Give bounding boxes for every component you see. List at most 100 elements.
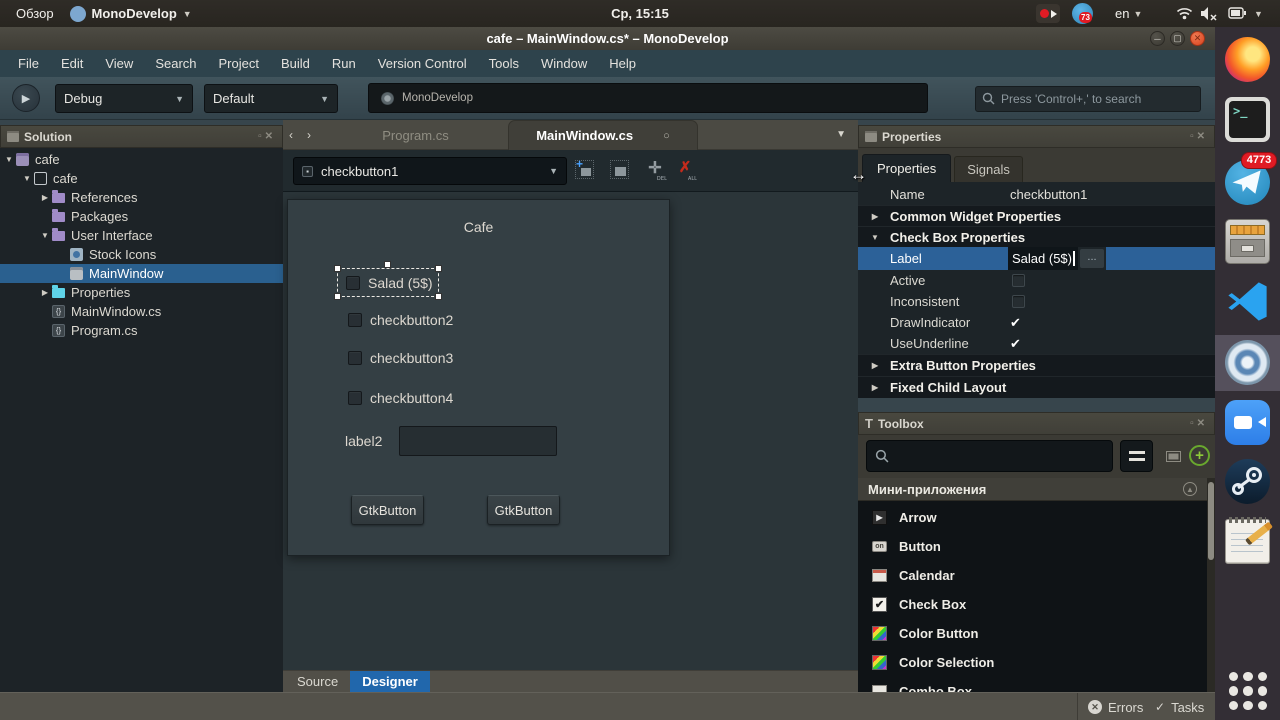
tree-item-user-interface[interactable]: ▼ User Interface: [0, 226, 283, 245]
toolbox-item-check-box[interactable]: ✔ Check Box: [858, 590, 1207, 619]
close-pad-icon[interactable]: ✕: [1197, 418, 1208, 429]
tree-item-solution-cafe[interactable]: ▼ cafe: [0, 150, 283, 169]
menu-run[interactable]: Run: [322, 52, 366, 75]
tab-list-chevron-icon[interactable]: ▼: [836, 129, 846, 140]
property-row-drawindicator[interactable]: DrawIndicator ✔: [858, 312, 1215, 333]
toolbox-item-arrow[interactable]: ▶ Arrow: [858, 503, 1207, 532]
maximize-button[interactable]: ▢: [1170, 31, 1185, 46]
tree-item-references[interactable]: ▶ References: [0, 188, 283, 207]
run-configuration-dropdown[interactable]: Debug ▼: [55, 84, 193, 113]
activities-button[interactable]: Обзор: [0, 6, 70, 21]
menu-version-control[interactable]: Version Control: [368, 52, 477, 75]
zoom-icon[interactable]: [1225, 400, 1270, 445]
tab-properties[interactable]: Properties: [862, 154, 952, 182]
toolbox-item-color-selection[interactable]: Color Selection: [858, 648, 1207, 677]
toolbox-item-combo-box[interactable]: Combo Box: [858, 677, 1207, 692]
vscode-icon[interactable]: [1225, 279, 1270, 324]
delete-widget-icon[interactable]: ✗ ᴀʟʟ: [675, 158, 697, 182]
screen-record-icon[interactable]: [1036, 4, 1060, 23]
keyboard-layout-indicator[interactable]: en ▼: [1115, 0, 1142, 27]
monodevelop-dock-icon[interactable]: [1225, 340, 1270, 385]
expander-open-icon[interactable]: ▼: [2, 155, 16, 164]
widget-selector-dropdown[interactable]: ▪ checkbutton1 ▼: [293, 157, 567, 185]
toolbox-item-color-button[interactable]: Color Button: [858, 619, 1207, 648]
property-group-common[interactable]: ▶ Common Widget Properties: [858, 205, 1215, 226]
tray-message-icon[interactable]: 73: [1072, 3, 1093, 24]
checkbox-unchecked[interactable]: [1012, 295, 1025, 308]
toolbox-scrollbar-thumb[interactable]: [1208, 482, 1214, 560]
property-label-value-editor[interactable]: Salad (5$): [1008, 247, 1078, 270]
toolbox-item-calendar[interactable]: Calendar: [858, 561, 1207, 590]
tree-item-program-cs[interactable]: {} Program.cs: [0, 321, 283, 340]
designed-checkbox-1[interactable]: [346, 276, 360, 290]
menu-edit[interactable]: Edit: [51, 52, 93, 75]
add-widget-icon[interactable]: +: [575, 157, 594, 179]
volume-muted-icon[interactable]: [1200, 6, 1218, 21]
add-component-button[interactable]: +: [1189, 445, 1210, 466]
icon-view-button[interactable]: [1161, 446, 1185, 466]
terminal-icon[interactable]: >_: [1225, 97, 1270, 142]
tab-mainwindow-cs[interactable]: MainWindow.cs ○: [508, 120, 698, 150]
tree-item-mainwindow-cs[interactable]: {} MainWindow.cs: [0, 302, 283, 321]
designed-checkbox-3[interactable]: [348, 351, 362, 365]
tree-item-properties-folder[interactable]: ▶ Properties: [0, 283, 283, 302]
checkbox-checked[interactable]: ✔: [1010, 336, 1021, 352]
view-tab-source[interactable]: Source: [287, 672, 348, 691]
property-row-useunderline[interactable]: UseUnderline ✔: [858, 333, 1215, 354]
list-view-button[interactable]: [1120, 440, 1153, 472]
resize-handle[interactable]: [435, 265, 442, 272]
stick-widget-icon[interactable]: ✛ ᴅᴇʟ: [645, 158, 667, 182]
expander-closed-icon[interactable]: ▶: [38, 193, 52, 202]
menu-tools[interactable]: Tools: [479, 52, 529, 75]
collapse-section-icon[interactable]: ▲: [1183, 482, 1197, 496]
tree-item-project-cafe[interactable]: ▼ cafe: [0, 169, 283, 188]
tab-signals[interactable]: Signals: [954, 156, 1023, 182]
minimize-button[interactable]: ─: [1150, 31, 1165, 46]
designed-window[interactable]: Cafe: [287, 199, 670, 556]
notes-icon[interactable]: [1225, 517, 1273, 564]
ellipsis-button[interactable]: ...: [1080, 249, 1104, 268]
expander-open-icon[interactable]: ▼: [20, 174, 34, 183]
toolbox-search-input[interactable]: [866, 440, 1113, 472]
menu-file[interactable]: File: [8, 52, 49, 75]
toolbox-item-button[interactable]: on Button: [858, 532, 1207, 561]
menu-help[interactable]: Help: [599, 52, 646, 75]
designed-button-2[interactable]: GtkButton: [487, 495, 560, 525]
resize-handle[interactable]: [334, 265, 341, 272]
tab-program-cs[interactable]: Program.cs: [323, 120, 508, 150]
search-input[interactable]: [975, 86, 1201, 112]
toolbox-scrollbar-track[interactable]: [1207, 478, 1215, 692]
battery-icon[interactable]: [1228, 6, 1248, 20]
close-pad-icon[interactable]: ✕: [1197, 131, 1208, 142]
select-container-icon[interactable]: [610, 160, 629, 179]
menu-build[interactable]: Build: [271, 52, 320, 75]
checkbox-unchecked[interactable]: [1012, 274, 1025, 287]
resize-handle[interactable]: [384, 261, 391, 268]
designed-checkbox-4[interactable]: [348, 391, 362, 405]
file-archiver-icon[interactable]: [1225, 219, 1270, 264]
app-indicator[interactable]: MonoDevelop ▼: [69, 5, 192, 22]
property-row-active[interactable]: Active: [858, 270, 1215, 291]
property-group-extra[interactable]: ▶ Extra Button Properties: [858, 354, 1215, 376]
system-menu-chevron-icon[interactable]: ▼: [1254, 9, 1263, 19]
checkbox-checked[interactable]: ✔: [1010, 315, 1021, 331]
property-row-inconsistent[interactable]: Inconsistent: [858, 291, 1215, 312]
clock[interactable]: Ср, 15:15: [611, 6, 669, 21]
steam-icon[interactable]: [1225, 459, 1270, 504]
tree-item-packages[interactable]: Packages: [0, 207, 283, 226]
firefox-icon[interactable]: [1225, 37, 1270, 82]
global-search[interactable]: [975, 86, 1201, 112]
tab-nav-back-icon[interactable]: ‹: [289, 128, 293, 142]
toolbox-section-header[interactable]: Мини-приложения ▲: [858, 478, 1207, 501]
property-row-label[interactable]: Label Salad (5$) ...: [858, 247, 1215, 270]
close-pad-icon[interactable]: ✕: [265, 131, 276, 142]
designed-button-1[interactable]: GtkButton: [351, 495, 424, 525]
designed-label2[interactable]: label2: [345, 433, 382, 449]
app-grid-button[interactable]: [1229, 672, 1267, 710]
menu-view[interactable]: View: [95, 52, 143, 75]
expander-closed-icon[interactable]: ▶: [38, 288, 52, 297]
menu-search[interactable]: Search: [145, 52, 206, 75]
tree-item-stock-icons[interactable]: Stock Icons: [0, 245, 283, 264]
run-target-dropdown[interactable]: Default ▼: [204, 84, 338, 113]
resize-handle[interactable]: [435, 293, 442, 300]
